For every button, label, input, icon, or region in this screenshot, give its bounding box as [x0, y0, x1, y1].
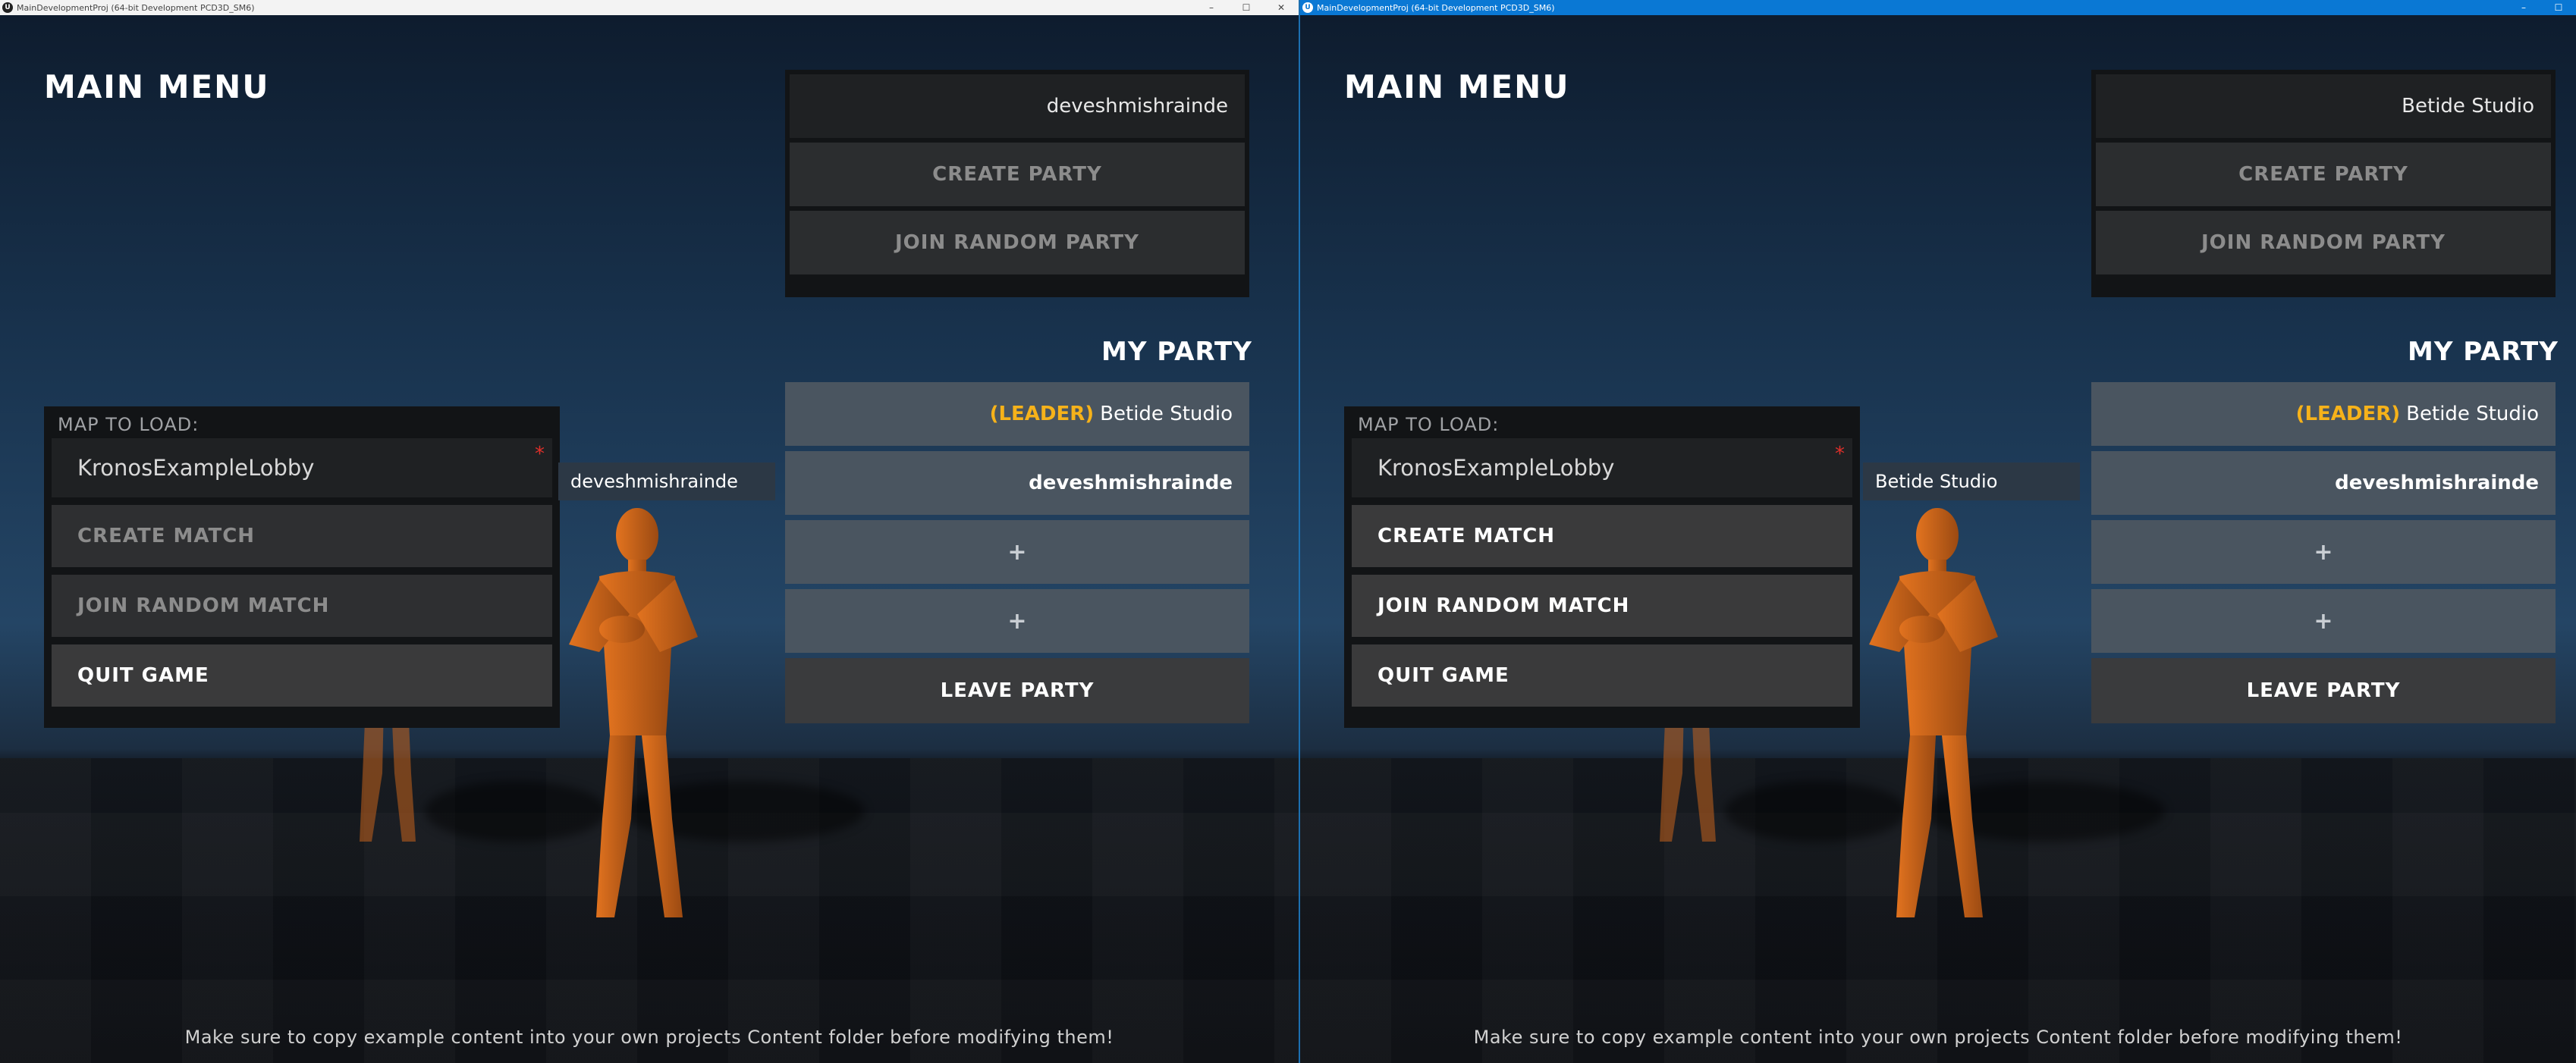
party-slot-leader[interactable]: (LEADER) Betide Studio: [2091, 382, 2556, 446]
party-member-name: Betide Studio: [1100, 403, 1233, 425]
game-viewport: MAIN MENU deveshmishrainde CREATE PARTY …: [0, 15, 1299, 1063]
maximize-icon[interactable]: ☐: [1229, 0, 1264, 15]
player-nameplate: Betide Studio: [1863, 463, 2080, 500]
create-match-button[interactable]: CREATE MATCH: [1352, 505, 1852, 567]
invite-slot-button[interactable]: +: [785, 520, 1249, 584]
hint-text: Make sure to copy example content into y…: [184, 1027, 1114, 1048]
map-name-input[interactable]: KronosExampleLobby *: [1352, 438, 1852, 497]
plus-icon: +: [1007, 607, 1027, 635]
account-name: Betide Studio: [2096, 74, 2551, 138]
game-window-left: U MainDevelopmentProj (64-bit Developmen…: [0, 0, 1299, 1063]
leave-party-button[interactable]: LEAVE PARTY: [785, 658, 1249, 723]
unreal-engine-logo-icon: U: [1302, 2, 1313, 13]
leave-party-button[interactable]: LEAVE PARTY: [2091, 658, 2556, 723]
minimize-icon[interactable]: –: [1194, 0, 1229, 15]
plus-icon: +: [1007, 538, 1027, 566]
title-bar[interactable]: U MainDevelopmentProj (64-bit Developmen…: [1300, 0, 2576, 15]
join-random-party-button[interactable]: JOIN RANDOM PARTY: [790, 211, 1245, 274]
map-name-value: KronosExampleLobby: [1378, 455, 1615, 481]
required-marker: *: [1835, 443, 1845, 466]
party-section-title: MY PARTY: [2408, 337, 2559, 367]
player-nameplate: deveshmishrainde: [558, 463, 775, 500]
required-marker: *: [535, 443, 545, 466]
plus-icon: +: [2314, 538, 2333, 566]
join-random-match-button[interactable]: JOIN RANDOM MATCH: [52, 575, 552, 637]
map-name-input[interactable]: KronosExampleLobby *: [52, 438, 552, 497]
party-slot-member[interactable]: deveshmishrainde: [785, 451, 1249, 515]
party-section-title: MY PARTY: [1101, 337, 1252, 367]
party-member-name: deveshmishrainde: [2335, 472, 2539, 494]
join-random-match-button[interactable]: JOIN RANDOM MATCH: [1352, 575, 1852, 637]
page-title: MAIN MENU: [44, 68, 270, 105]
party-slot-leader[interactable]: (LEADER) Betide Studio: [785, 382, 1249, 446]
party-member-name: Betide Studio: [2406, 403, 2539, 425]
join-random-party-button[interactable]: JOIN RANDOM PARTY: [2096, 211, 2551, 274]
create-party-button[interactable]: CREATE PARTY: [790, 143, 1245, 206]
mannequin-figure-front: [1869, 508, 1998, 917]
quit-game-button[interactable]: QUIT GAME: [1352, 644, 1852, 707]
invite-slot-button[interactable]: +: [2091, 520, 2556, 584]
window-title: MainDevelopmentProj (64-bit Development …: [1317, 2, 1555, 13]
game-viewport: MAIN MENU Betide Studio CREATE PARTY JOI…: [1300, 15, 2576, 1063]
invite-slot-button[interactable]: +: [785, 589, 1249, 653]
map-panel: MAP TO LOAD: KronosExampleLobby * CREATE…: [44, 406, 560, 728]
invite-slot-button[interactable]: +: [2091, 589, 2556, 653]
create-match-button[interactable]: CREATE MATCH: [52, 505, 552, 567]
map-to-load-label: MAP TO LOAD:: [58, 414, 199, 435]
leader-tag: (LEADER): [2295, 403, 2401, 425]
party-member-name: deveshmishrainde: [1029, 472, 1233, 494]
screen: U MainDevelopmentProj (64-bit Developmen…: [0, 0, 2576, 1063]
account-name: deveshmishrainde: [790, 74, 1245, 138]
window-title: MainDevelopmentProj (64-bit Development …: [17, 2, 255, 13]
mannequin-figure-front: [569, 508, 698, 917]
party-slot-member[interactable]: deveshmishrainde: [2091, 451, 2556, 515]
account-panel: deveshmishrainde CREATE PARTY JOIN RANDO…: [785, 70, 1249, 297]
hint-text: Make sure to copy example content into y…: [1473, 1027, 2403, 1048]
leader-tag: (LEADER): [989, 403, 1095, 425]
game-window-right: U MainDevelopmentProj (64-bit Developmen…: [1299, 0, 2576, 1063]
party-list: (LEADER) Betide Studio deveshmishrainde …: [785, 382, 1249, 723]
close-icon[interactable]: ✕: [1264, 0, 1299, 15]
map-panel: MAP TO LOAD: KronosExampleLobby * CREATE…: [1344, 406, 1860, 728]
map-name-value: KronosExampleLobby: [77, 455, 315, 481]
maximize-icon[interactable]: ☐: [2541, 0, 2576, 15]
page-title: MAIN MENU: [1344, 68, 1570, 105]
party-list: (LEADER) Betide Studio deveshmishrainde …: [2091, 382, 2556, 723]
minimize-icon[interactable]: –: [2506, 0, 2541, 15]
map-to-load-label: MAP TO LOAD:: [1358, 414, 1500, 435]
title-bar[interactable]: U MainDevelopmentProj (64-bit Developmen…: [0, 0, 1299, 15]
unreal-engine-logo-icon: U: [2, 2, 13, 13]
plus-icon: +: [2314, 607, 2333, 635]
create-party-button[interactable]: CREATE PARTY: [2096, 143, 2551, 206]
account-panel: Betide Studio CREATE PARTY JOIN RANDOM P…: [2091, 70, 2556, 297]
quit-game-button[interactable]: QUIT GAME: [52, 644, 552, 707]
